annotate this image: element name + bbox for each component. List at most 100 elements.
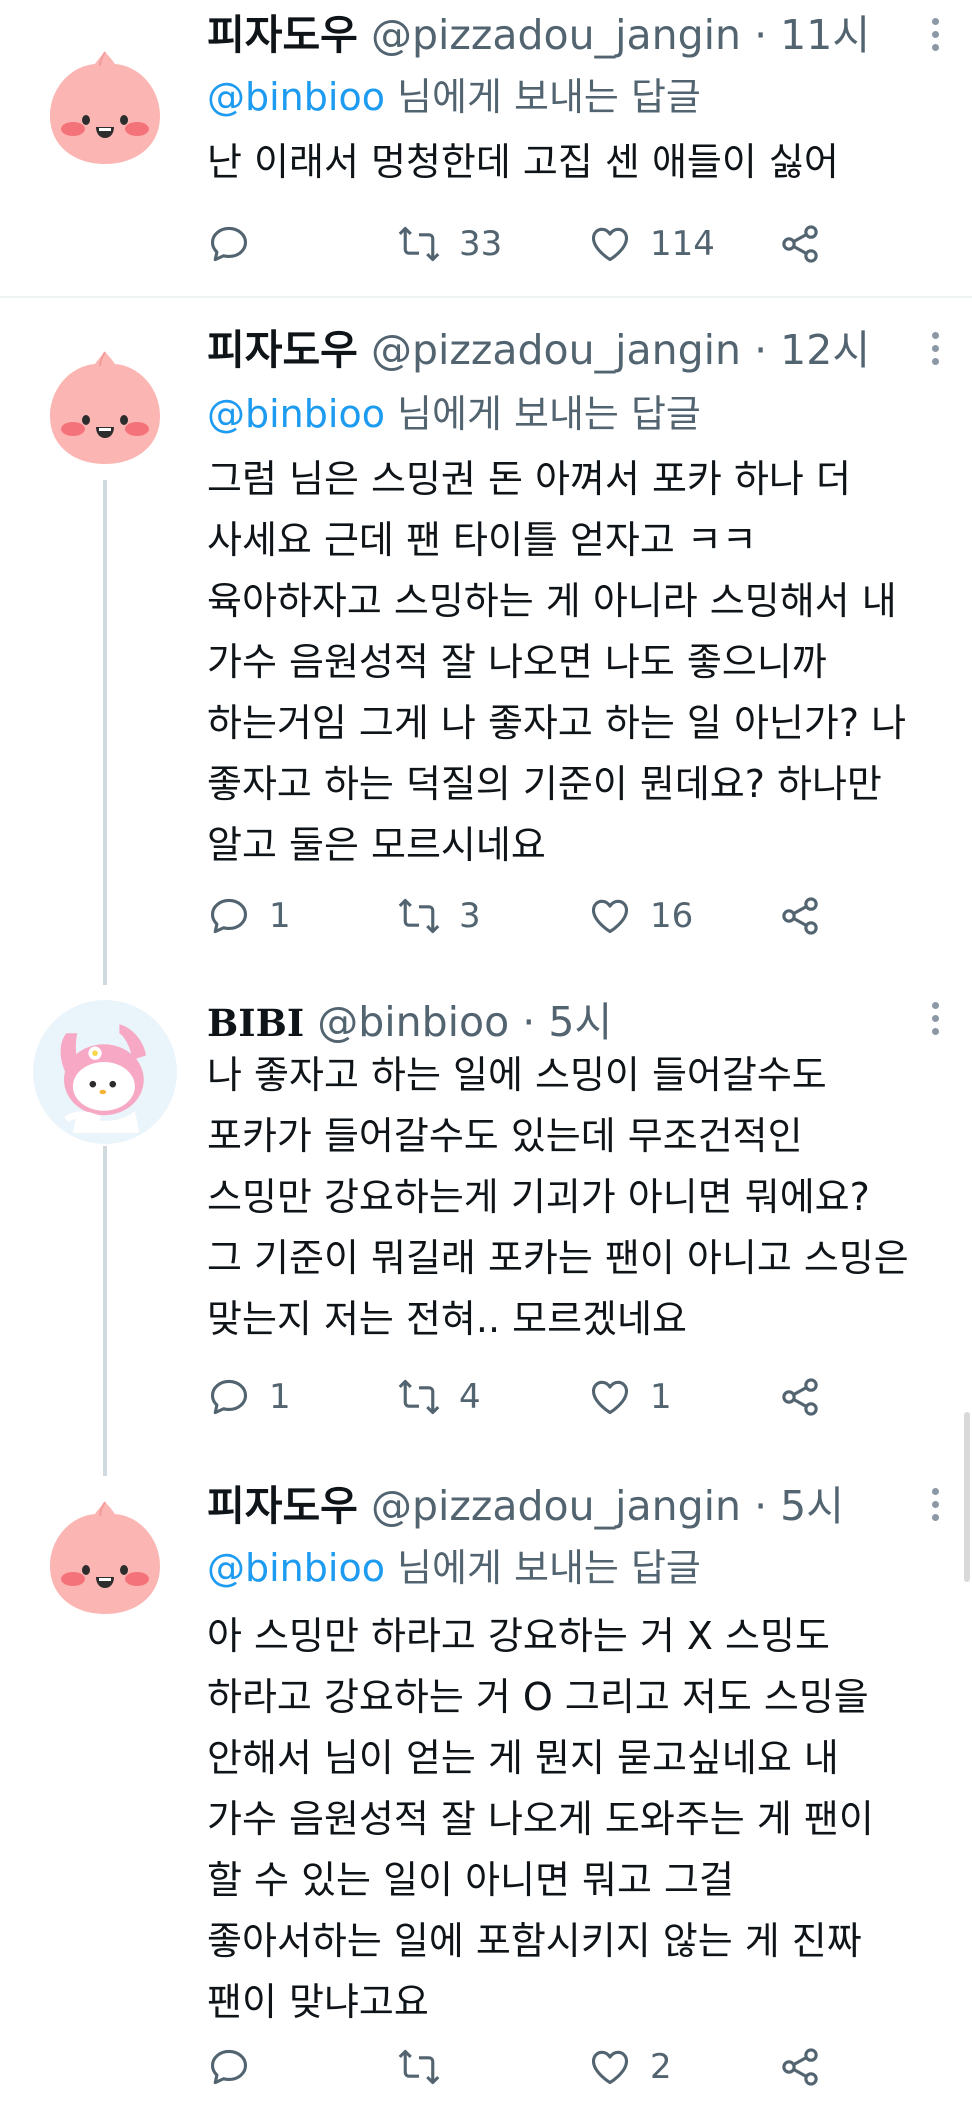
like-button[interactable]: 2 [588, 2042, 672, 2092]
share-button[interactable] [778, 1372, 822, 1422]
reply-button[interactable]: 1 [207, 1372, 291, 1422]
text-line: 알고 둘은 모르시네요 [207, 823, 546, 867]
like-count: 114 [650, 224, 715, 264]
share-icon [778, 2045, 822, 2089]
share-icon [778, 1375, 822, 1419]
more-dots-icon[interactable] [928, 1488, 942, 1528]
like-count: 2 [650, 2047, 672, 2087]
retweet-icon [397, 222, 441, 266]
action-bar: 33 114 [207, 219, 847, 269]
share-icon [778, 222, 822, 266]
mention-link[interactable]: @binbioo [207, 392, 385, 436]
action-bar: 1 3 16 [207, 891, 847, 941]
mention-link[interactable]: @binbioo [207, 1546, 385, 1590]
reply-to-text: 님에게 보내는 답글 [384, 1546, 701, 1590]
text-line: 맞는지 저는 전혀.. 모르겠네요 [207, 1297, 687, 1341]
retweet-button[interactable] [397, 2042, 459, 2092]
heart-icon [588, 2045, 632, 2089]
mention-link[interactable]: @binbioo [207, 75, 385, 119]
retweet-button[interactable]: 3 [397, 891, 481, 941]
share-button[interactable] [778, 891, 822, 941]
text-line: 가수 음원성적 잘 나오면 나도 좋으니까 [207, 640, 827, 684]
more-dots-icon[interactable] [928, 18, 942, 58]
text-line: 안해서 님이 얻는 게 뭔지 묻고싶네요 내 [207, 1736, 839, 1780]
text-line: 포카가 들어갈수도 있는데 무조건적인 [207, 1114, 803, 1158]
text-line: 아 스밍만 하라고 강요하는 거 X 스밍도 [207, 1614, 830, 1658]
heart-icon [588, 222, 632, 266]
handle[interactable]: @pizzadou_jangin [371, 326, 741, 374]
text-line: 육아하자고 스밍하는 게 아니라 스밍해서 내 [207, 579, 897, 623]
like-button[interactable]: 16 [588, 891, 693, 941]
share-button[interactable] [778, 219, 822, 269]
like-button[interactable]: 114 [588, 219, 715, 269]
retweet-button[interactable]: 4 [397, 1372, 481, 1422]
tweet-header: 피자도우 @pizzadou_jangin · 12시 [207, 320, 870, 380]
handle[interactable]: @pizzadou_jangin [371, 11, 741, 59]
timestamp[interactable]: 5시 [780, 1482, 844, 1530]
tweet-4[interactable]: 피자도우 @pizzadou_jangin · 5시 @binbioo 님에게 … [0, 1476, 972, 2106]
handle[interactable]: @binbioo [317, 998, 509, 1046]
comment-bubble-icon [207, 2045, 251, 2089]
reply-button[interactable]: 1 [207, 891, 291, 941]
like-count: 1 [650, 1377, 672, 1417]
avatar-apeach[interactable] [40, 1494, 170, 1624]
reply-to-line: @binbioo 님에게 보내는 답글 [207, 67, 701, 127]
action-bar: 1 4 1 [207, 1372, 847, 1422]
timestamp[interactable]: 11시 [780, 11, 870, 59]
text-line: 사세요 근데 팬 타이틀 얻자고 ㅋㅋ [207, 518, 757, 562]
text-line: 하는거임 그게 나 좋자고 하는 일 아닌가? 나 [207, 701, 907, 745]
like-button[interactable]: 1 [588, 1372, 672, 1422]
reply-to-text: 님에게 보내는 답글 [384, 75, 701, 119]
separator: · [754, 11, 768, 59]
avatar-apeach[interactable] [40, 44, 170, 174]
display-name[interactable]: 피자도우 [207, 1482, 358, 1530]
display-name[interactable]: 피자도우 [207, 11, 358, 59]
avatar-melody[interactable] [33, 1000, 177, 1144]
reply-to-text: 님에게 보내는 답글 [384, 392, 701, 436]
text-line: 그럼 님은 스밍권 돈 아껴서 포카 하나 더 [207, 457, 851, 501]
scrollbar[interactable] [964, 1412, 970, 1582]
tweet-text: 그럼 님은 스밍권 돈 아껴서 포카 하나 더 사세요 근데 팬 타이틀 얻자고… [207, 449, 947, 876]
timestamp[interactable]: 5시 [548, 998, 612, 1046]
separator: · [754, 1482, 768, 1530]
tweet-header: BIBI @binbioo · 5시 [207, 992, 612, 1053]
text-line: 하라고 강요하는 거 O 그리고 저도 스밍을 [207, 1675, 869, 1719]
tweet-text: 아 스밍만 하라고 강요하는 거 X 스밍도 하라고 강요하는 거 O 그리고 … [207, 1606, 947, 2033]
handle[interactable]: @pizzadou_jangin [371, 1482, 741, 1530]
more-dots-icon[interactable] [928, 1002, 942, 1042]
separator: · [522, 998, 536, 1046]
timestamp[interactable]: 12시 [780, 326, 870, 374]
heart-icon [588, 1375, 632, 1419]
comment-bubble-icon [207, 222, 251, 266]
retweet-count: 3 [459, 896, 481, 936]
share-icon [778, 894, 822, 938]
tweet-2[interactable]: 피자도우 @pizzadou_jangin · 12시 @binbioo 님에게… [0, 316, 972, 956]
display-name[interactable]: 피자도우 [207, 326, 358, 374]
share-button[interactable] [778, 2042, 822, 2092]
reply-button[interactable] [207, 219, 269, 269]
heart-icon [588, 894, 632, 938]
text-line: 할 수 있는 일이 아니면 뭐고 그걸 [207, 1858, 734, 1902]
reply-count: 1 [269, 896, 291, 936]
text-line: 좋자고 하는 덕질의 기준이 뭔데요? 하나만 [207, 762, 882, 806]
reply-to-line: @binbioo 님에게 보내는 답글 [207, 384, 701, 444]
text-line: 나 좋자고 하는 일에 스밍이 들어갈수도 [207, 1053, 827, 1097]
text-line: 스밍만 강요하는게 기괴가 아니면 뭐에요? [207, 1175, 870, 1219]
retweet-icon [397, 894, 441, 938]
text-line: 팬이 맞냐고요 [207, 1980, 429, 2024]
tweet-3[interactable]: BIBI @binbioo · 5시 나 좋자고 하는 일에 스밍이 들어갈수도… [0, 990, 972, 1460]
comment-bubble-icon [207, 1375, 251, 1419]
display-name[interactable]: BIBI [207, 1001, 304, 1045]
retweet-button[interactable]: 33 [397, 219, 502, 269]
tweet-1[interactable]: 피자도우 @pizzadou_jangin · 11시 @binbioo 님에게… [0, 0, 972, 296]
retweet-icon [397, 2045, 441, 2089]
text-line: 난 이래서 멍청한데 고집 센 애들이 싫어 [207, 140, 839, 184]
tweet-text: 난 이래서 멍청한데 고집 센 애들이 싫어 [207, 132, 947, 193]
text-line: 가수 음원성적 잘 나오게 도와주는 게 팬이 [207, 1797, 874, 1841]
avatar-apeach[interactable] [40, 344, 170, 474]
retweet-count: 4 [459, 1377, 481, 1417]
tweet-header: 피자도우 @pizzadou_jangin · 5시 [207, 1476, 844, 1536]
like-count: 16 [650, 896, 694, 936]
reply-button[interactable] [207, 2042, 269, 2092]
more-dots-icon[interactable] [928, 332, 942, 372]
